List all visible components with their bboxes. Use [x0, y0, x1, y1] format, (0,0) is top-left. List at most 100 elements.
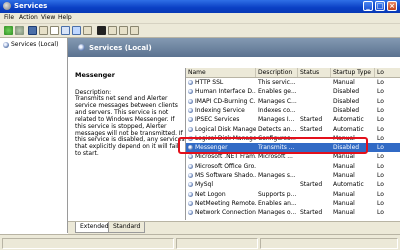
refresh-icon[interactable]: [50, 26, 59, 35]
restart-service-icon[interactable]: [130, 26, 139, 35]
table-row[interactable]: MySql Started Automatic Lo: [186, 180, 400, 189]
column-description[interactable]: Description: [256, 68, 298, 77]
properties-icon[interactable]: [39, 26, 48, 35]
service-startup-cell: Manual: [333, 79, 355, 86]
gear-icon: [188, 191, 193, 197]
service-status-cell: [300, 199, 331, 208]
service-startup-cell: Manual: [333, 172, 355, 179]
table-row[interactable]: IPSEC Services Manages I... Started Automat…: [186, 115, 400, 124]
forward-icon[interactable]: [15, 26, 24, 35]
service-name-text: Logical Disk Manager: [195, 125, 256, 133]
gear-icon: [188, 98, 193, 104]
gear-icon: [188, 173, 193, 178]
service-name-text: Indexing Service: [195, 106, 245, 114]
service-name-cell: MS Software Shado...: [186, 171, 256, 180]
help-icon[interactable]: [72, 26, 81, 35]
service-name-text: IMAPI CD-Burning C...: [195, 97, 256, 105]
service-status-cell: [300, 87, 331, 96]
highlight-annotation: [178, 137, 368, 154]
service-status-cell: Started: [300, 125, 323, 133]
service-name-cell: HTTP SSL: [186, 78, 256, 87]
service-status-cell: Started: [300, 181, 323, 189]
service-logon-cell: Lo: [377, 97, 384, 105]
stop-service-icon[interactable]: [108, 26, 117, 35]
service-desc-cell: Manages s...: [258, 172, 296, 179]
tab-standard[interactable]: Standard: [108, 222, 146, 233]
table-row[interactable]: HTTP SSL This servic... Manual Lo: [186, 78, 400, 87]
service-name-cell: NetMeeting Remote...: [186, 199, 256, 208]
service-status-cell: [300, 171, 331, 180]
title-bar: Services _ □ ×: [0, 0, 400, 13]
column-status[interactable]: Status: [298, 68, 331, 77]
console-tree: Services (Local): [0, 38, 68, 233]
service-status-cell: Started: [300, 209, 323, 217]
view-icon[interactable]: [83, 26, 92, 35]
description-pane: Messenger Description: Transmits net sen…: [68, 57, 185, 220]
table-row[interactable]: Logical Disk Manager Detects an... Started…: [186, 125, 400, 134]
table-row[interactable]: Indexing Service Indexes co... Disabled Lo: [186, 106, 400, 115]
export-list-icon[interactable]: [61, 26, 70, 35]
column-startup-type[interactable]: Startup Type: [331, 68, 375, 77]
service-name-cell: IMAPI CD-Burning C...: [186, 97, 256, 106]
menu-bar: File Action View Help: [0, 13, 400, 24]
service-startup-cell: Disabled: [333, 88, 360, 96]
table-row[interactable]: Net Logon Supports p... Manual Lo: [186, 190, 400, 199]
gear-icon: [3, 41, 9, 48]
start-service-icon[interactable]: [97, 26, 106, 35]
gear-icon: [188, 163, 193, 169]
panel-header: Services (Local): [68, 38, 400, 57]
close-button[interactable]: ×: [387, 1, 397, 11]
service-name-text: Human Interface D...: [195, 88, 256, 96]
service-name-text: MS Software Shado...: [195, 172, 256, 179]
service-desc-cell: Manages C...: [258, 97, 297, 105]
service-desc-cell: Detects an...: [258, 125, 297, 133]
service-name-cell: Network Connections: [186, 208, 256, 217]
table-row[interactable]: IMAPI CD-Burning C... Manages C... Disable…: [186, 97, 400, 106]
table-row[interactable]: Human Interface D... Enables ge... Disable…: [186, 87, 400, 96]
service-name-text: Microsoft .NET Fram...: [195, 153, 256, 161]
service-logon-cell: Lo: [377, 134, 384, 142]
column-name[interactable]: Name: [186, 68, 256, 77]
menu-file[interactable]: File: [4, 14, 14, 21]
gear-icon: [188, 107, 193, 113]
pause-service-icon[interactable]: [119, 26, 128, 35]
tree-item-services-local[interactable]: Services (Local): [3, 41, 58, 49]
service-desc-cell: Supports p...: [258, 190, 297, 198]
service-name-text: Net Logon: [195, 190, 226, 198]
status-segment-tertiary: [260, 238, 398, 249]
column-logon[interactable]: Lo: [375, 68, 400, 77]
maximize-button[interactable]: □: [375, 1, 385, 11]
service-desc-cell: Manages o...: [258, 209, 297, 217]
gear-icon: [188, 182, 193, 188]
service-desc-cell: Indexes co...: [258, 106, 296, 114]
status-segment-main: [2, 238, 174, 249]
minimize-button[interactable]: _: [363, 1, 373, 11]
menu-view[interactable]: View: [41, 14, 55, 21]
service-startup-cell: Manual: [333, 199, 355, 207]
menu-action[interactable]: Action: [19, 14, 38, 21]
service-name-cell: Net Logon: [186, 190, 256, 199]
list-header: Name Description Status Startup Type Lo: [186, 68, 400, 78]
service-status-cell: [300, 162, 331, 171]
service-logon-cell: Lo: [377, 162, 384, 170]
table-row[interactable]: Microsoft Office Gro... Manual Lo: [186, 162, 400, 171]
table-row[interactable]: MS Software Shado... Manages s... Manual Lo: [186, 171, 400, 180]
console-tree-icon[interactable]: [28, 26, 37, 35]
service-name-cell: Human Interface D...: [186, 87, 256, 96]
service-desc-cell: Enables ge...: [258, 88, 297, 96]
service-logon-cell: Lo: [377, 79, 384, 86]
tree-item-label: Services (Local): [11, 41, 59, 48]
service-logon-cell: Lo: [377, 190, 384, 198]
service-logon-cell: Lo: [377, 116, 384, 124]
table-row[interactable]: Network Connections Manages o... Started Ma…: [186, 208, 400, 217]
menu-help[interactable]: Help: [58, 14, 72, 21]
table-row[interactable]: NetMeeting Remote... Enables an... Manual L…: [186, 199, 400, 208]
service-name-text: NetMeeting Remote...: [195, 199, 256, 207]
service-desc-cell: [258, 180, 298, 189]
service-logon-cell: Lo: [377, 153, 384, 161]
status-bar: [0, 234, 400, 250]
back-icon[interactable]: [4, 26, 13, 35]
services-app-icon: [3, 2, 11, 10]
service-logon-cell: Lo: [377, 181, 384, 189]
service-name-text: Network Connections: [195, 209, 256, 217]
